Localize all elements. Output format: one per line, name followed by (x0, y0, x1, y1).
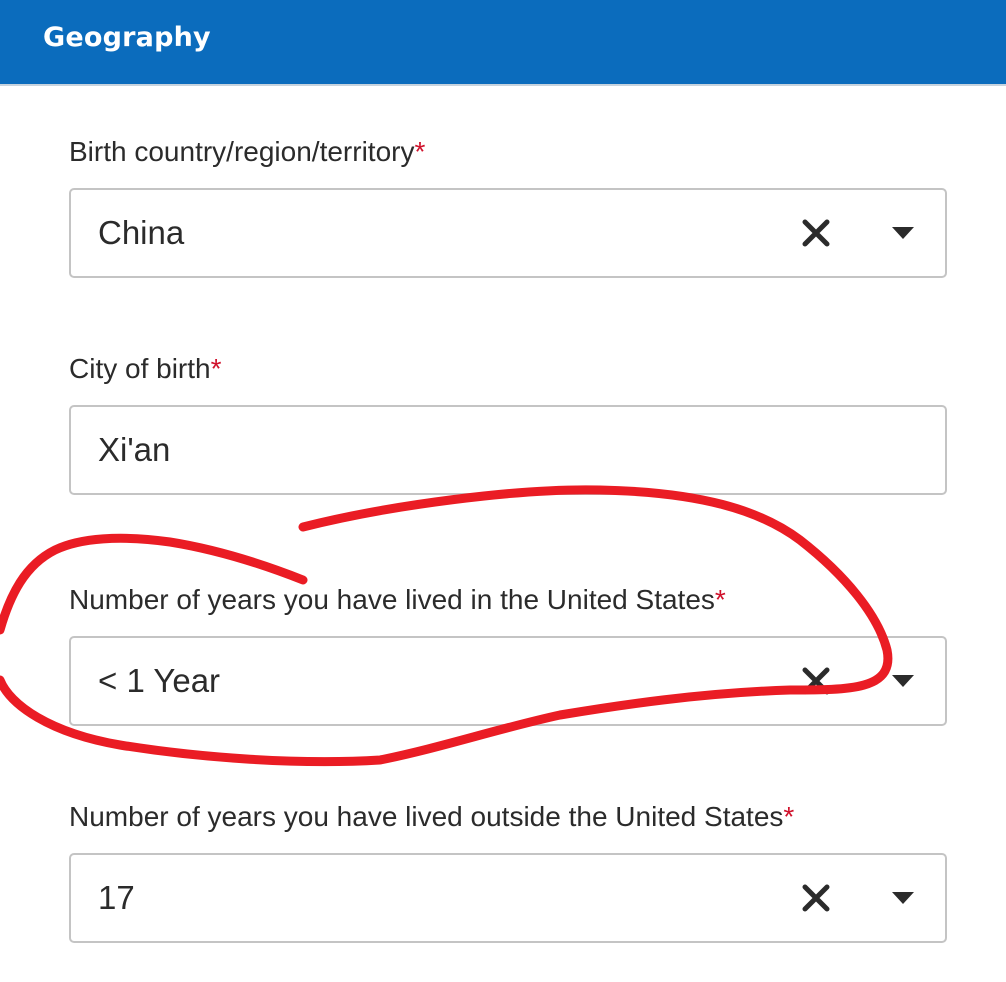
years-in-us-label: Number of years you have lived in the Un… (69, 584, 726, 616)
caret-down-icon[interactable] (891, 891, 915, 905)
birth-country-label-text: Birth country/region/territory (69, 136, 415, 167)
page: Geography Birth country/region/territory… (0, 0, 1006, 982)
years-outside-us-value: 17 (98, 879, 135, 916)
birth-country-select[interactable]: China (69, 188, 947, 278)
birth-country-label: Birth country/region/territory* (69, 136, 425, 168)
caret-down-icon[interactable] (891, 226, 915, 240)
city-of-birth-label-text: City of birth (69, 353, 211, 384)
required-asterisk: * (210, 353, 222, 384)
required-asterisk: * (783, 801, 795, 832)
required-asterisk: * (414, 136, 426, 167)
close-icon[interactable] (801, 666, 831, 696)
city-of-birth-value: Xi'an (98, 431, 171, 468)
years-outside-us-label: Number of years you have lived outside t… (69, 801, 794, 833)
section-title: Geography (43, 22, 211, 53)
city-of-birth-label: City of birth* (69, 353, 222, 385)
close-icon[interactable] (801, 883, 831, 913)
years-outside-us-label-text: Number of years you have lived outside t… (69, 801, 784, 832)
city-of-birth-input[interactable]: Xi'an (69, 405, 947, 495)
years-in-us-value: < 1 Year (98, 662, 221, 699)
years-in-us-select[interactable]: < 1 Year (69, 636, 947, 726)
birth-country-value: China (98, 214, 185, 251)
required-asterisk: * (714, 584, 726, 615)
close-icon[interactable] (801, 218, 831, 248)
section-header: Geography (0, 0, 1006, 86)
caret-down-icon[interactable] (891, 674, 915, 688)
years-outside-us-select[interactable]: 17 (69, 853, 947, 943)
years-in-us-label-text: Number of years you have lived in the Un… (69, 584, 715, 615)
